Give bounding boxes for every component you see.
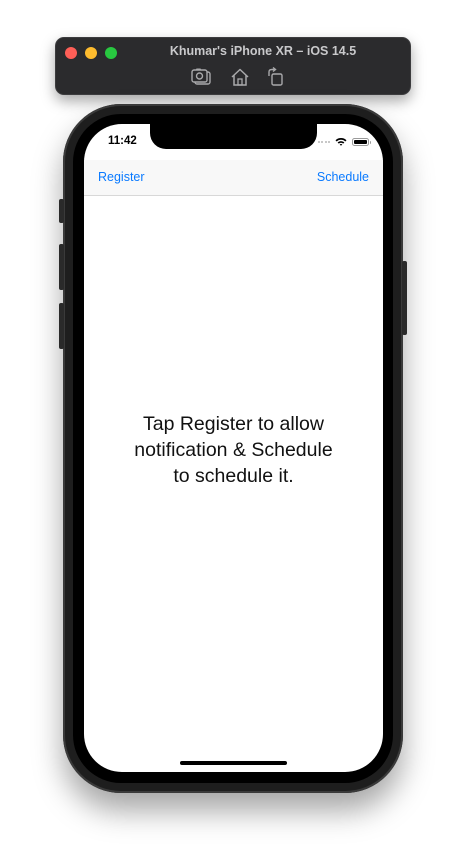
instruction-line-1: Tap Register to allow — [142, 413, 324, 435]
home-indicator[interactable] — [180, 761, 287, 765]
volume-down-button — [59, 303, 64, 349]
volume-up-button — [59, 244, 64, 290]
home-icon[interactable] — [229, 67, 251, 87]
battery-icon — [352, 137, 371, 146]
simulator-titlebar: Khumar's iPhone XR – iOS 14.5 — [55, 37, 411, 95]
phone-screen: 11:42 Register Schedule Tap Register to … — [84, 124, 383, 772]
power-button — [402, 261, 407, 335]
rotate-icon[interactable] — [265, 67, 287, 87]
silent-switch — [59, 199, 64, 223]
signal-icon — [317, 140, 330, 143]
simulator-stage: Khumar's iPhone XR – iOS 14.5 11:42 Regi… — [0, 0, 466, 867]
register-button[interactable]: Register — [98, 170, 145, 184]
instruction-line-2: notification & Schedule — [134, 439, 333, 461]
wifi-icon — [335, 137, 347, 146]
notch — [150, 124, 317, 149]
status-icons — [317, 137, 371, 146]
camera-icon[interactable] — [190, 67, 212, 87]
navigation-bar: Register Schedule — [84, 160, 383, 196]
iphone-device: 11:42 Register Schedule Tap Register to … — [59, 104, 407, 793]
simulator-title: Khumar's iPhone XR – iOS 14.5 — [169, 44, 357, 58]
schedule-button[interactable]: Schedule — [317, 170, 369, 184]
instruction-line-3: to schedule it. — [173, 465, 294, 487]
status-time: 11:42 — [108, 135, 137, 147]
instruction-message: Tap Register to allow notification & Sch… — [84, 411, 383, 489]
